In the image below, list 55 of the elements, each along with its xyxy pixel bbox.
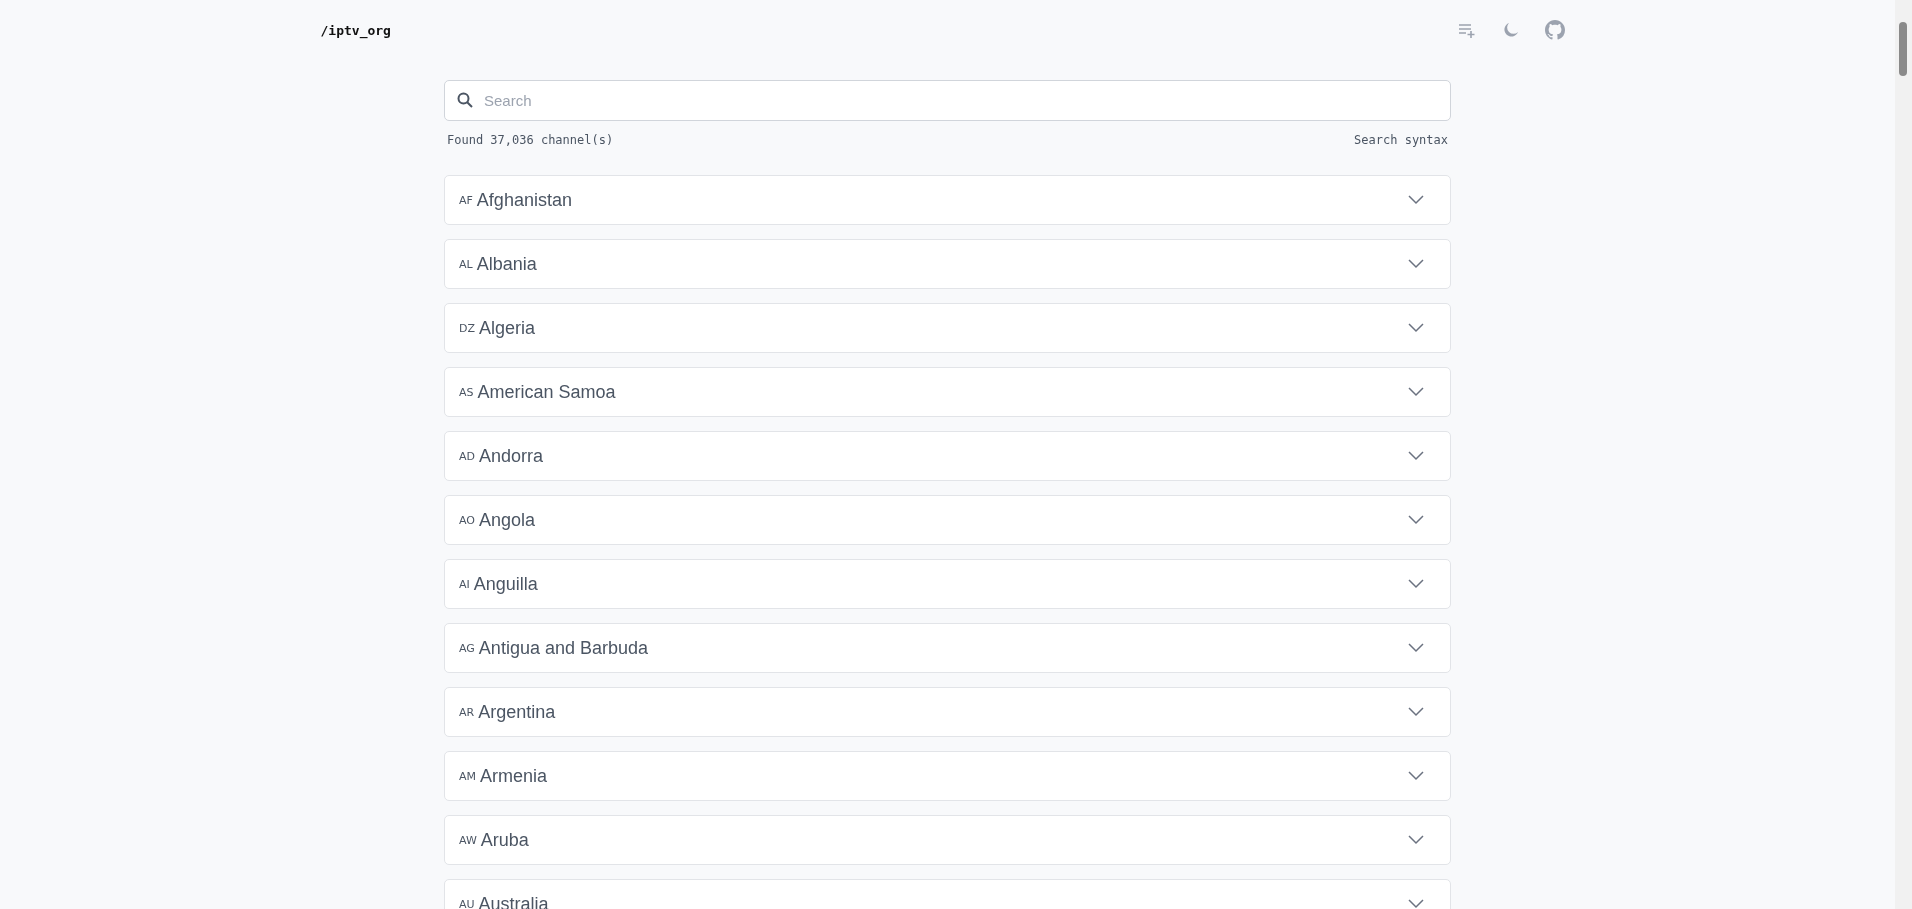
search-syntax-link[interactable]: Search syntax xyxy=(1354,133,1448,147)
country-code: AU xyxy=(459,897,475,909)
country-row[interactable]: AS American Samoa xyxy=(444,367,1451,417)
country-row[interactable]: DZ Algeria xyxy=(444,303,1451,353)
chevron-icon xyxy=(1408,643,1424,653)
country-row[interactable]: AL Albania xyxy=(444,239,1451,289)
country-row[interactable]: AO Angola xyxy=(444,495,1451,545)
country-row[interactable]: AW Aruba xyxy=(444,815,1451,865)
country-row[interactable]: AI Anguilla xyxy=(444,559,1451,609)
country-row[interactable]: AR Argentina xyxy=(444,687,1451,737)
country-row[interactable]: AM Armenia xyxy=(444,751,1451,801)
country-name: Albania xyxy=(476,253,538,275)
country-code: AL xyxy=(459,257,473,271)
country-code: AS xyxy=(459,385,474,399)
chevron-icon xyxy=(1408,899,1424,909)
chevron-icon xyxy=(1408,707,1424,717)
chevron-icon xyxy=(1408,387,1424,397)
country-code: AG xyxy=(459,641,475,655)
country-name: Australia xyxy=(478,893,550,909)
country-name: Argentina xyxy=(478,701,557,723)
country-code: AW xyxy=(459,833,477,847)
country-name: Aruba xyxy=(480,829,530,851)
chevron-icon xyxy=(1408,323,1424,333)
github-icon[interactable] xyxy=(1542,18,1567,42)
country-name: Angola xyxy=(479,509,537,531)
country-code: DZ xyxy=(459,321,475,335)
country-code: AI xyxy=(459,577,470,591)
site-logo[interactable]: /iptv_org xyxy=(320,22,391,38)
search-field[interactable]: Search xyxy=(444,80,1451,121)
country-code: AM xyxy=(459,769,476,783)
results-count: Found 37,036 channel(s) xyxy=(447,133,614,147)
chevron-icon xyxy=(1408,835,1424,845)
country-name: Andorra xyxy=(479,445,545,467)
country-code: AR xyxy=(459,705,475,719)
chevron-icon xyxy=(1408,259,1424,269)
search-icon xyxy=(457,92,473,108)
country-row[interactable]: AU Australia xyxy=(444,879,1451,909)
country-name: Afghanistan xyxy=(476,189,573,211)
country-name: Antigua and Barbuda xyxy=(478,637,649,659)
chevron-icon xyxy=(1408,579,1424,589)
chevron-icon xyxy=(1408,771,1424,781)
country-code: AD xyxy=(459,449,475,463)
chevron-icon xyxy=(1408,515,1424,525)
country-code: AF xyxy=(459,193,473,207)
chevron-icon xyxy=(1408,195,1424,205)
country-name: Armenia xyxy=(480,765,549,787)
scrollbar[interactable] xyxy=(1895,0,1912,909)
country-row[interactable]: AG Antigua and Barbuda xyxy=(444,623,1451,673)
country-row[interactable]: AD Andorra xyxy=(444,431,1451,481)
country-row[interactable]: AF Afghanistan xyxy=(444,175,1451,225)
country-name: American Samoa xyxy=(477,381,617,403)
chevron-icon xyxy=(1408,451,1424,461)
country-code: AO xyxy=(459,513,475,527)
country-name: Algeria xyxy=(479,317,537,339)
country-name: Anguilla xyxy=(473,573,539,595)
